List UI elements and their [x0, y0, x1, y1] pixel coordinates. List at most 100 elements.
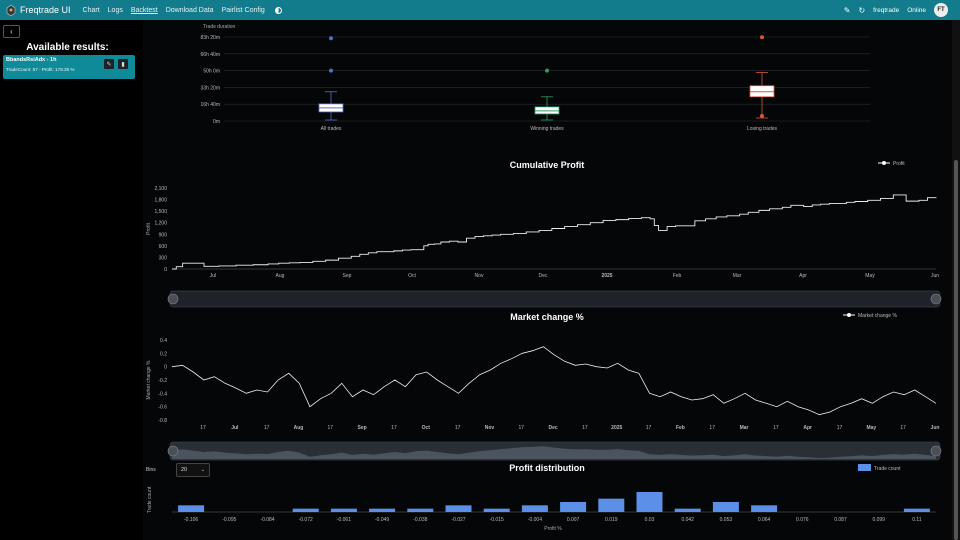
cp-x-tick: Apr — [799, 273, 807, 279]
mc-x-tick: 17 — [264, 425, 270, 431]
td-y-tick: 16h 40m — [201, 102, 220, 108]
pd-bar[interactable] — [369, 508, 396, 512]
zoom-handle-left[interactable] — [167, 293, 179, 305]
market-change-ylabel: Market change % — [146, 360, 152, 399]
td-y-tick: 83h 20m — [201, 35, 220, 41]
pd-x-tick: 0.087 — [834, 517, 847, 523]
cp-y-tick: 300 — [159, 255, 168, 261]
trade-duration-title: Trade duration — [203, 24, 236, 30]
cp-x-tick: Nov — [475, 273, 484, 279]
zoom-handle-right[interactable] — [930, 445, 942, 457]
pd-bar[interactable] — [483, 508, 510, 512]
td-y-tick: 33h 20m — [201, 85, 220, 91]
pd-x-tick: -0.004 — [528, 517, 542, 523]
mc-x-tick: 17 — [582, 425, 588, 431]
pd-bar[interactable] — [560, 502, 587, 512]
pd-x-tick: 0.042 — [681, 517, 694, 523]
market-change-legend[interactable]: Market change % — [843, 313, 897, 319]
pd-x-tick: 0.11 — [912, 517, 922, 523]
pd-bar[interactable] — [674, 508, 701, 512]
td-box-rect — [534, 106, 560, 115]
mc-y-tick: -0.2 — [158, 378, 167, 384]
pd-x-tick: -0.072 — [299, 517, 313, 523]
cp-y-tick: 900 — [159, 232, 168, 238]
profit-legend[interactable]: Profit — [878, 161, 905, 167]
mc-x-tick: 17 — [328, 425, 334, 431]
pd-x-tick: 0.099 — [872, 517, 885, 523]
pd-x-tick: -0.038 — [413, 517, 427, 523]
td-outlier — [329, 68, 333, 73]
mc-x-tick: 17 — [773, 425, 779, 431]
zoom-handle-right[interactable] — [930, 293, 942, 305]
zoom-handle-left[interactable] — [167, 445, 179, 457]
cumulative-profit-axes: 2,100 1,800 1,500 1,200 900 600 300 0 Jul Aug Sep O… — [154, 186, 939, 279]
profit-distribution-bars: -0.106 -0.095 -0.084 -0.072 -0.061 -0.049 -0.0… — [172, 492, 936, 523]
chevron-down-icon: ⌄ — [200, 467, 205, 473]
pd-x-tick: -0.061 — [337, 517, 351, 523]
mc-x-tick: Oct — [422, 425, 431, 431]
charts-svg: Trade duration 83h 20m 66h 40m 50h 0m 33h 2… — [146, 24, 942, 532]
td-outlier — [760, 113, 764, 118]
market-change-title: Market change % — [510, 312, 584, 322]
mc-x-tick: Apr — [803, 425, 812, 431]
pd-bar[interactable] — [521, 505, 548, 512]
distribution-xlabel: Profit % — [544, 526, 562, 532]
td-y-tick: 66h 40m — [201, 52, 220, 58]
pd-bar[interactable] — [751, 505, 778, 512]
mc-x-tick: 17 — [900, 425, 906, 431]
mc-y-tick: -0.6 — [158, 405, 167, 411]
pd-bar[interactable] — [598, 498, 625, 512]
cp-x-tick: May — [865, 273, 875, 279]
pd-bar[interactable] — [178, 505, 205, 512]
pd-x-tick: -0.106 — [184, 517, 198, 523]
td-outlier — [760, 35, 764, 40]
pd-bar[interactable] — [407, 508, 434, 512]
distribution-legend-label: Trade count — [874, 466, 901, 472]
cp-y-tick: 1,200 — [154, 221, 167, 227]
pd-x-tick: 0.076 — [796, 517, 809, 523]
pd-bar[interactable] — [903, 508, 930, 512]
cp-x-tick: Dec — [539, 273, 548, 279]
td-box[interactable] — [749, 35, 775, 119]
bins-label: Bins — [146, 467, 156, 473]
market-change-axes: 0.4 0.2 0 -0.2 -0.4 -0.6 -0.8 17 Jul 17 Aug 17 Sep 17… — [158, 338, 939, 431]
pd-x-tick: -0.095 — [222, 517, 236, 523]
distribution-ylabel: Trade count — [147, 486, 153, 513]
mc-x-tick: Nov — [485, 425, 495, 431]
pd-x-tick: -0.084 — [260, 517, 274, 523]
td-category-losing: Losing trades — [747, 126, 778, 132]
pd-bar[interactable] — [636, 492, 663, 512]
td-box-rect — [749, 85, 775, 98]
pd-x-tick: 0.03 — [645, 517, 655, 523]
distribution-legend[interactable]: Trade count — [858, 464, 901, 472]
td-box[interactable] — [318, 36, 344, 121]
market-zoom-slider[interactable] — [167, 441, 942, 461]
cumulative-profit-title: Cumulative Profit — [510, 160, 585, 170]
bins-select[interactable]: 20 ⌄ — [176, 463, 210, 477]
mc-x-tick: 17 — [518, 425, 524, 431]
cumulative-profit-line — [172, 194, 937, 270]
pd-bar[interactable] — [330, 508, 357, 512]
cp-x-tick: Oct — [408, 273, 416, 279]
cp-x-tick: Jul — [210, 273, 216, 279]
mc-x-tick: 17 — [455, 425, 461, 431]
mc-y-tick: 0.2 — [160, 351, 167, 357]
mc-x-tick: 17 — [391, 425, 397, 431]
td-outlier — [545, 68, 549, 73]
profit-zoom-slider[interactable] — [167, 290, 942, 308]
td-box[interactable] — [534, 68, 560, 121]
pd-bar[interactable] — [292, 508, 319, 512]
pd-bar[interactable] — [712, 502, 739, 512]
trade-duration-chart: Trade duration 83h 20m 66h 40m 50h 0m 33h 2… — [201, 24, 870, 132]
cp-y-tick: 0 — [164, 267, 167, 273]
mc-x-tick: Jun — [931, 425, 940, 431]
profit-ylabel: Profit — [146, 223, 152, 235]
mc-x-tick: Aug — [294, 425, 304, 431]
pd-bar[interactable] — [445, 505, 472, 512]
td-outlier — [329, 36, 333, 41]
cp-y-tick: 1,800 — [154, 198, 167, 204]
td-category-all: All trades — [321, 126, 342, 132]
mc-x-tick: Jul — [231, 425, 239, 431]
mc-x-tick: Dec — [548, 425, 557, 431]
pd-x-tick: 0.019 — [605, 517, 618, 523]
